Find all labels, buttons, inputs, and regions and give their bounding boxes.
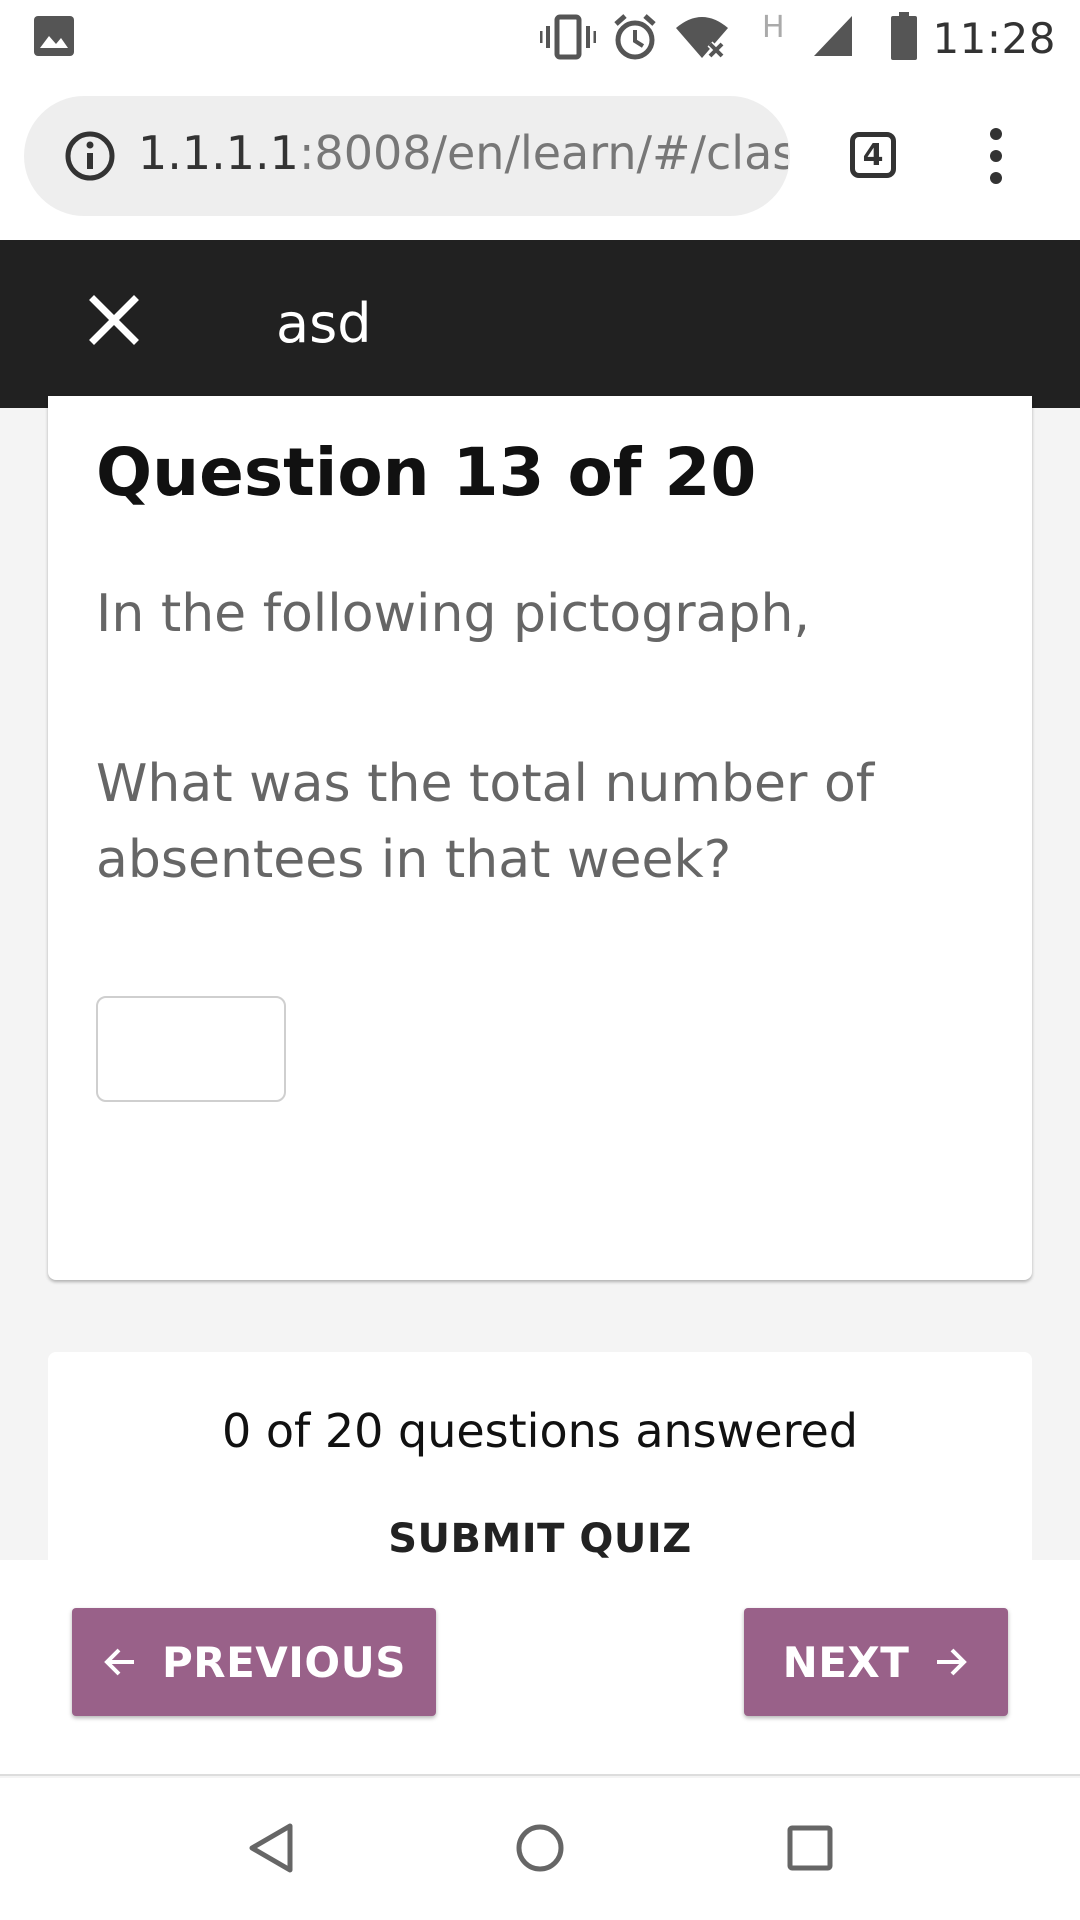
question-text-prompt: What was the total number of absentees i… [96,754,875,890]
close-icon[interactable] [84,290,144,350]
answered-count: 0 of 20 questions answered [222,1404,858,1458]
url-host: 1.1.1.1 [138,126,299,180]
wifi-off-icon [676,17,728,59]
url-path: :8008/en/learn/#/clas [298,126,788,180]
alarm-icon [614,14,656,60]
vibrate-icon [540,14,596,60]
question-text-intro: In the following pictograph, [96,584,810,644]
question-navigation: PREVIOUS NEXT [0,1560,1080,1776]
previous-label: PREVIOUS [161,1637,406,1687]
quiz-progress-card: 0 of 20 questions answered SUBMIT QUIZ [48,1352,1032,1572]
quiz-title: asd [276,292,372,355]
quiz-header: asd [0,240,1080,408]
signal-icon [814,16,852,56]
next-button[interactable]: NEXT [744,1608,1008,1716]
gallery-icon [34,16,74,56]
clock: 11:28 [932,14,1056,63]
system-navigation-bar [0,1778,1080,1920]
battery-icon [891,12,917,60]
recents-icon[interactable] [784,1822,836,1874]
browser-toolbar: 1.1.1.1:8008/en/learn/#/clas 4 [0,74,1080,240]
answer-input[interactable] [96,996,286,1102]
arrow-left-icon [104,1648,134,1676]
info-icon[interactable] [64,130,116,182]
network-type-label: H [762,10,785,45]
arrow-right-icon [937,1648,968,1676]
status-bar: H 11:28 [0,0,1080,74]
previous-button[interactable]: PREVIOUS [72,1608,436,1716]
url-text[interactable]: 1.1.1.1:8008/en/learn/#/clas [138,126,788,180]
more-options-icon[interactable] [984,126,1008,186]
address-bar[interactable]: 1.1.1.1:8008/en/learn/#/clas [24,96,790,216]
question-number: Question 13 of 20 [96,434,757,511]
next-label: NEXT [782,1637,910,1687]
question-card: Question 13 of 20 In the following picto… [48,396,1032,1280]
home-icon[interactable] [514,1822,566,1874]
back-icon[interactable] [246,1822,298,1874]
tab-switcher-button[interactable]: 4 [850,132,896,178]
submit-quiz-button[interactable]: SUBMIT QUIZ [48,1516,1032,1562]
